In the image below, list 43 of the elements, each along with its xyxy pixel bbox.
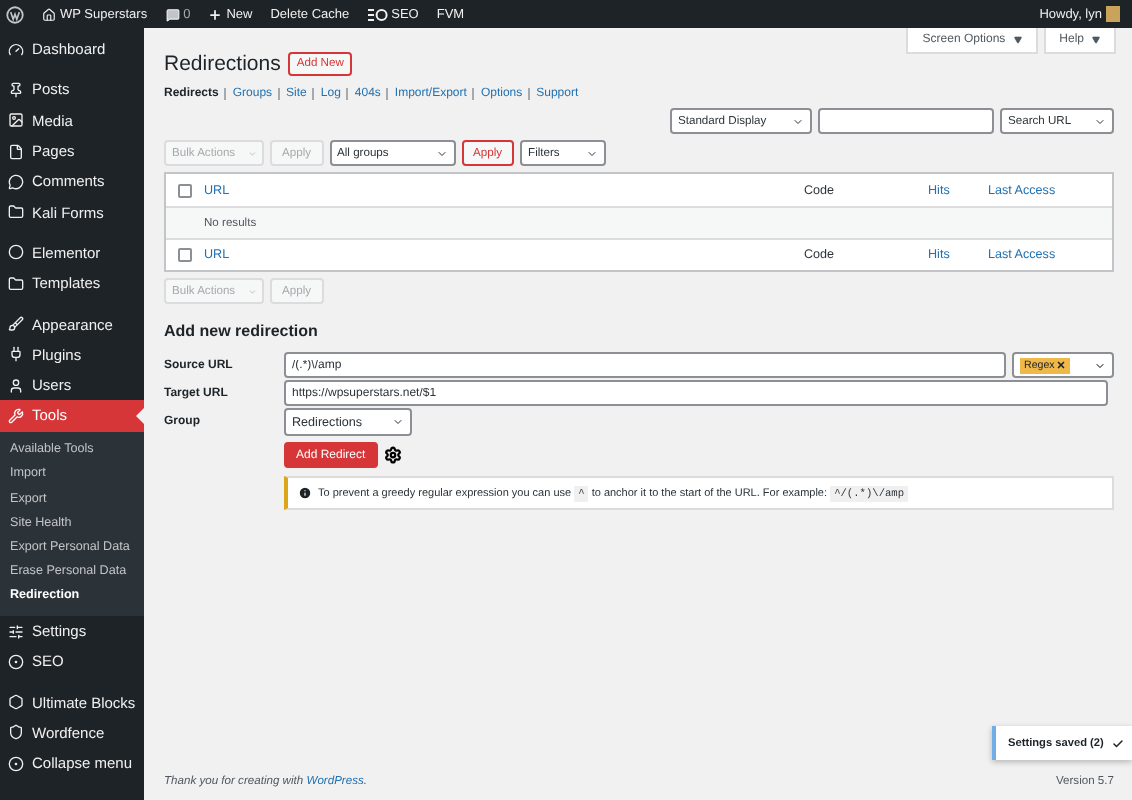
settings-icon[interactable] (383, 446, 402, 464)
menu-icon (8, 173, 24, 190)
chevron-down-icon (247, 147, 256, 159)
menu-icon (8, 143, 24, 160)
chevron-down-icon (1094, 115, 1106, 127)
caret-icon (1013, 36, 1022, 44)
chevron-down-icon (247, 285, 256, 297)
close-icon (1056, 360, 1067, 370)
search-field[interactable] (818, 108, 994, 134)
menu-icon (8, 694, 24, 711)
wordpress-logo-icon[interactable] (6, 5, 24, 23)
caret-icon (1092, 36, 1100, 44)
menu-icon (8, 755, 24, 772)
pointer-icon (136, 408, 144, 425)
menu-icon (8, 377, 24, 394)
check-icon (1112, 737, 1124, 749)
menu-icon (8, 623, 24, 640)
menu-icon (8, 346, 24, 363)
menu-icon (8, 724, 24, 741)
menu-icon (8, 244, 24, 261)
select-all-checkbox[interactable] (178, 248, 192, 262)
home-icon (42, 7, 56, 21)
menu-icon (8, 41, 24, 58)
menu-icon (8, 81, 24, 98)
select-all-checkbox[interactable] (178, 183, 192, 197)
avatar-icon (1106, 6, 1120, 22)
menu-icon (8, 653, 24, 670)
menu-icon (8, 407, 24, 424)
menu-icon (8, 275, 24, 292)
seo-logo-icon (367, 7, 388, 21)
comment-icon (165, 7, 180, 21)
chevron-down-icon (1094, 359, 1106, 371)
menu-icon (8, 316, 24, 333)
plus-icon (208, 7, 223, 21)
chevron-down-icon (586, 147, 599, 159)
section-heading: Add new redirection (164, 322, 320, 340)
chevron-down-icon (435, 147, 448, 159)
info-icon (298, 486, 312, 500)
chevron-down-icon (792, 115, 804, 127)
menu-icon (8, 204, 24, 221)
menu-icon (8, 112, 24, 129)
page-title: Redirections (164, 52, 281, 76)
chevron-down-icon (392, 416, 404, 428)
